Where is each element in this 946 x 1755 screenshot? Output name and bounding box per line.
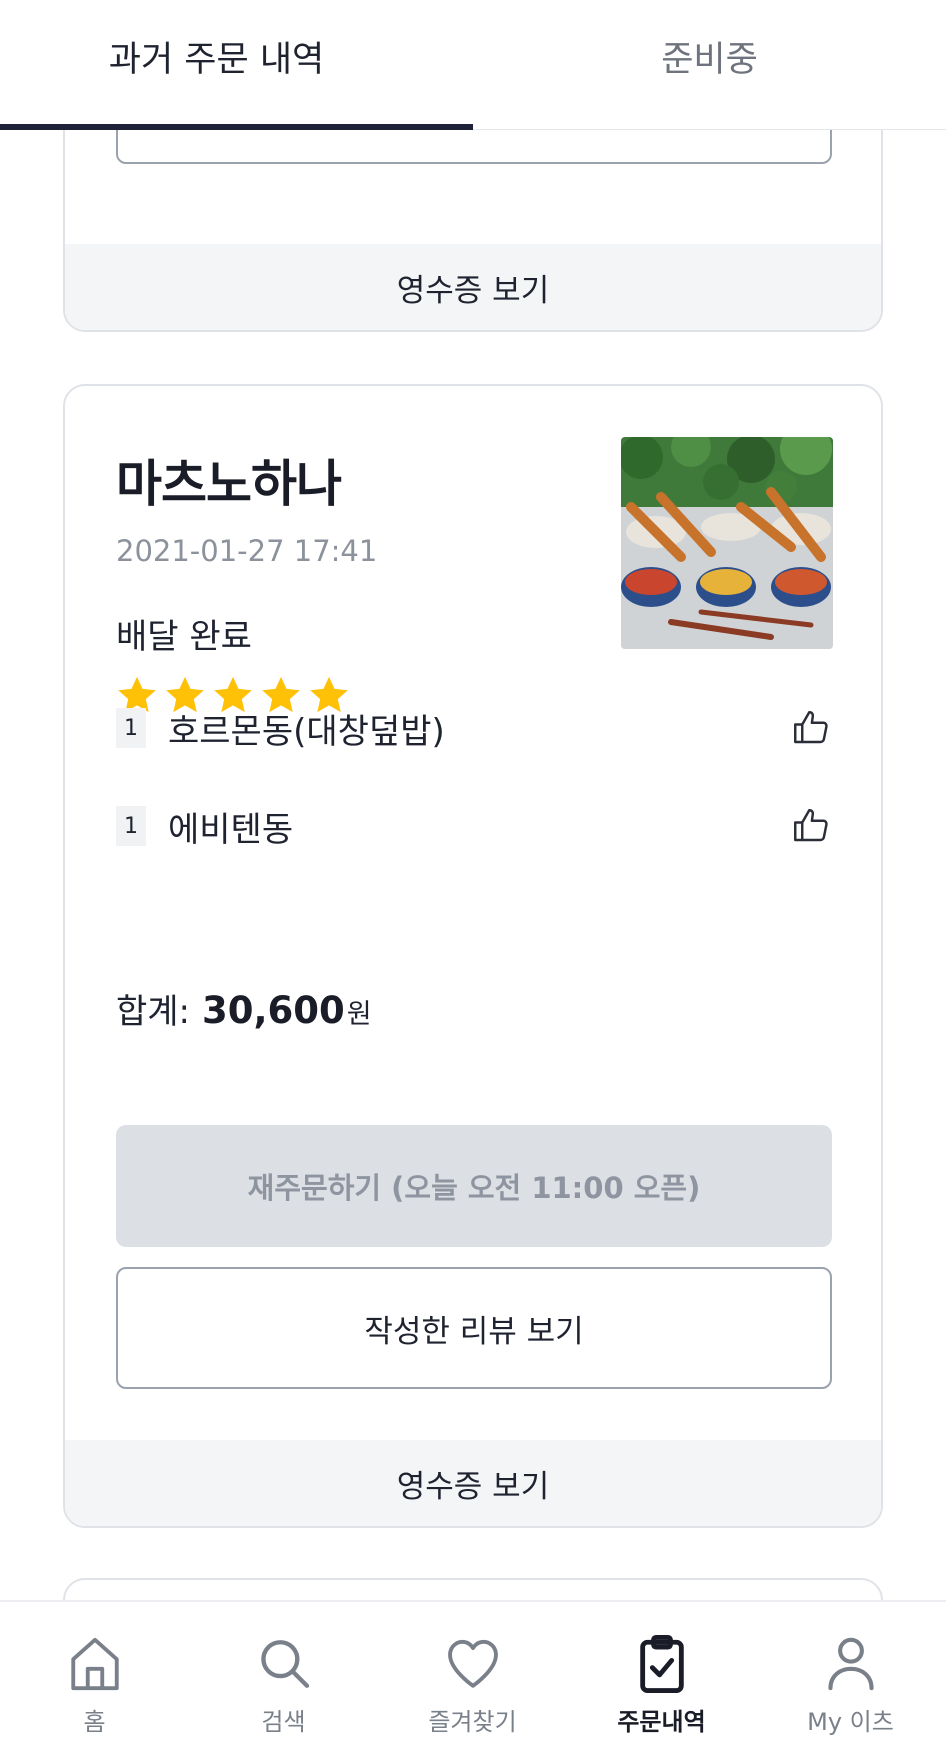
clipboard-check-icon bbox=[639, 1635, 684, 1693]
total-amount: 30,600 bbox=[202, 989, 345, 1032]
tab-preparing[interactable]: 준비중 bbox=[473, 0, 946, 130]
bottom-navigation: 홈 검색 즐겨찾기 주문내역 My 이츠 bbox=[0, 1600, 946, 1755]
store-name[interactable]: 마츠노하나 bbox=[116, 444, 342, 516]
item-quantity: 1 bbox=[116, 806, 146, 846]
view-receipt-button[interactable]: 영수증 보기 bbox=[65, 1440, 881, 1526]
nav-label: 즐겨찾기 bbox=[428, 1708, 517, 1736]
order-card-next bbox=[63, 1578, 883, 1600]
nav-label: 검색 bbox=[261, 1708, 306, 1736]
order-list[interactable]: 작성한 리뷰 보기 영수증 보기 마츠노하나 2021-01-27 17:41 … bbox=[0, 0, 946, 1600]
tab-past-orders[interactable]: 과거 주문 내역 bbox=[0, 0, 473, 130]
person-icon bbox=[827, 1637, 874, 1691]
order-total: 합계: 30,600 원 bbox=[116, 984, 372, 1033]
nav-my-eats[interactable]: My 이츠 bbox=[756, 1602, 945, 1755]
total-unit: 원 bbox=[346, 999, 372, 1030]
order-status: 배달 완료 bbox=[116, 617, 252, 657]
nav-favorites[interactable]: 즐겨찾기 bbox=[378, 1602, 567, 1755]
order-date: 2021-01-27 17:41 bbox=[116, 534, 378, 568]
nav-label: 홈 bbox=[83, 1708, 106, 1736]
item-name: 에비텐동 bbox=[168, 809, 294, 850]
reorder-button[interactable]: 재주문하기 (오늘 오전 11:00 오픈) bbox=[116, 1125, 832, 1247]
nav-label: My 이츠 bbox=[807, 1708, 894, 1736]
view-receipt-button[interactable]: 영수증 보기 bbox=[65, 244, 881, 330]
active-tab-indicator bbox=[0, 124, 473, 130]
nav-home[interactable]: 홈 bbox=[0, 1602, 189, 1755]
order-tabs: 과거 주문 내역 준비중 bbox=[0, 0, 946, 130]
home-icon bbox=[70, 1637, 119, 1691]
total-label: 합계: bbox=[116, 992, 191, 1032]
item-quantity: 1 bbox=[116, 708, 146, 748]
item-name: 호르몬동(대창덮밥) bbox=[168, 711, 445, 752]
store-thumbnail[interactable] bbox=[621, 437, 833, 649]
order-card: 마츠노하나 2021-01-27 17:41 배달 완료 1 호르몬동(대창덮밥… bbox=[63, 384, 883, 1528]
thumbs-up-icon[interactable] bbox=[790, 707, 832, 749]
nav-label: 주문내역 bbox=[617, 1708, 706, 1736]
heart-icon bbox=[447, 1639, 498, 1688]
nav-search[interactable]: 검색 bbox=[189, 1602, 378, 1755]
order-item-row: 1 에비텐동 bbox=[116, 796, 832, 856]
nav-orders[interactable]: 주문내역 bbox=[567, 1602, 756, 1755]
search-icon bbox=[260, 1640, 309, 1688]
view-review-button[interactable]: 작성한 리뷰 보기 bbox=[116, 1267, 832, 1389]
thumbs-up-icon[interactable] bbox=[790, 805, 832, 847]
order-item-row: 1 호르몬동(대창덮밥) bbox=[116, 698, 832, 758]
